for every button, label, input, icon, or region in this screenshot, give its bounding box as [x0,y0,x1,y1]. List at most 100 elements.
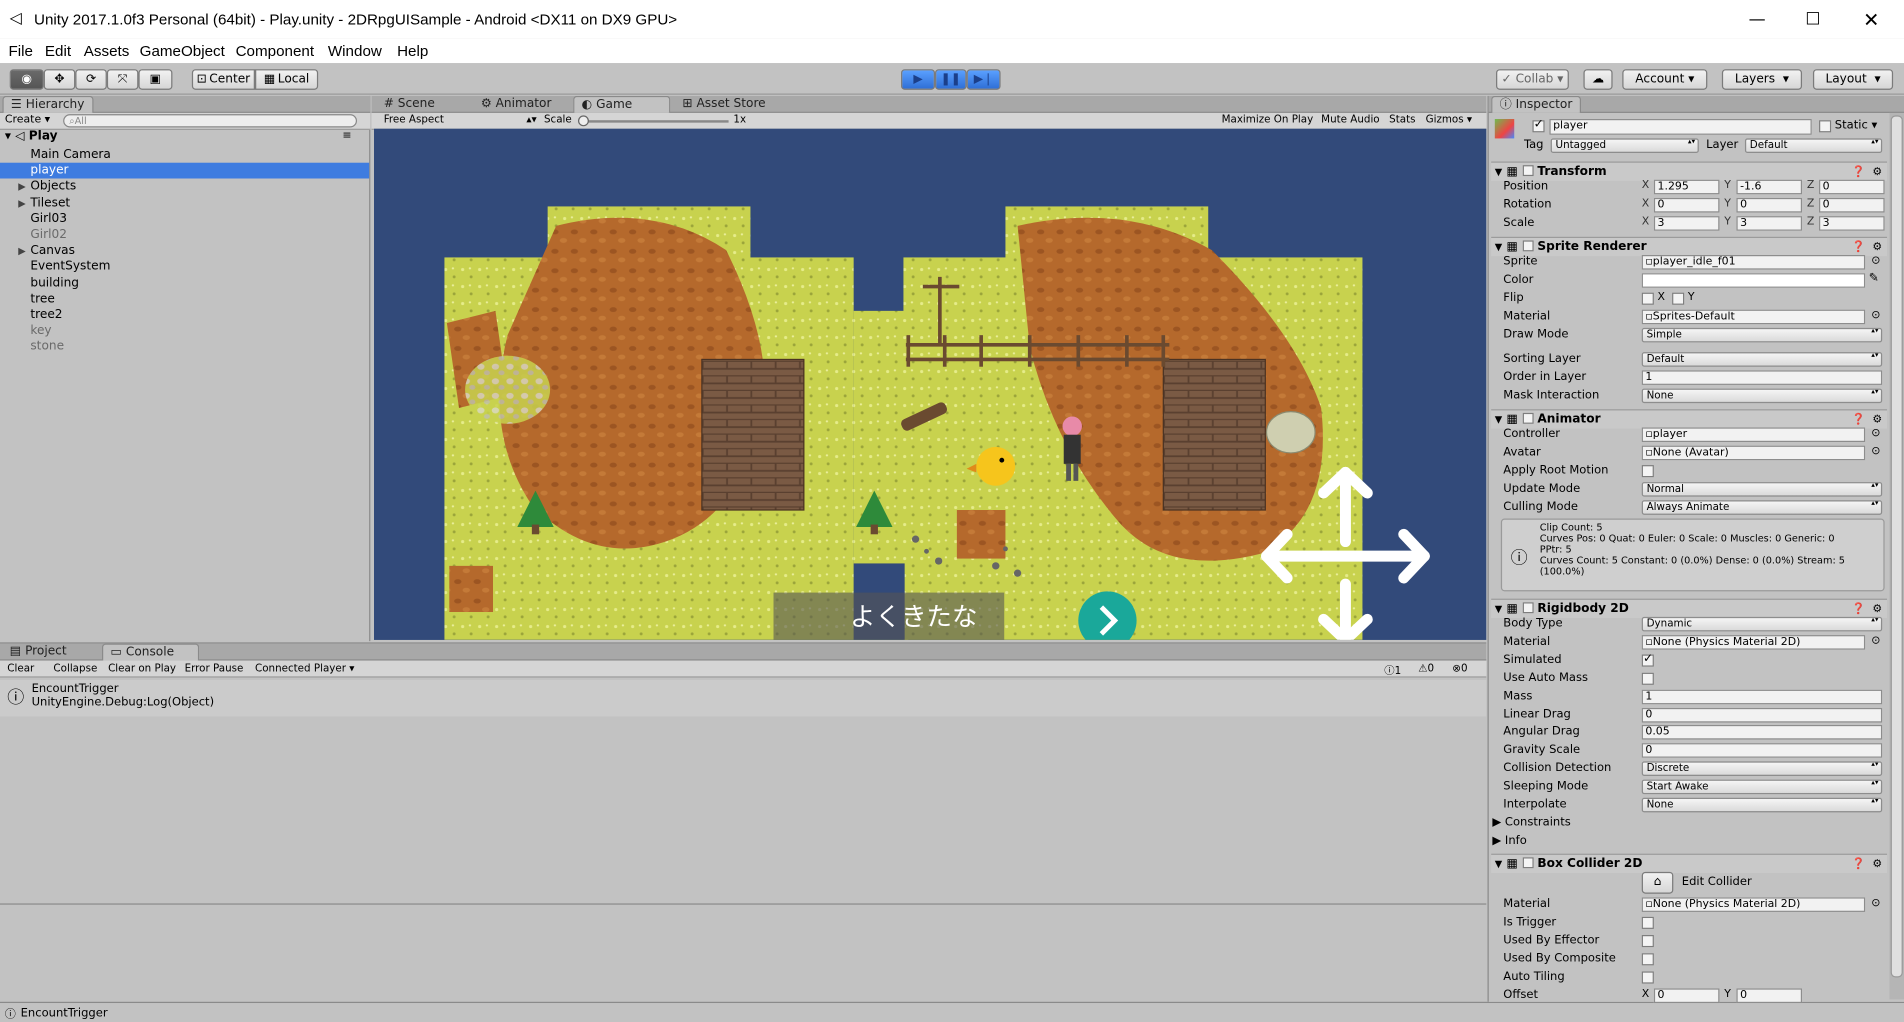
create-button[interactable]: Create ▾ [5,114,50,126]
enable-checkbox[interactable] [1522,412,1534,424]
menu-component[interactable]: Component [236,43,314,60]
hierarchy-item-canvas[interactable]: Canvas [30,243,75,259]
menu-gameobject[interactable]: GameObject [140,43,225,60]
hierarchy-search-input[interactable]: ⌕All [63,114,358,128]
controller-field[interactable]: ▫player [1641,427,1866,443]
rect-tool-icon[interactable]: ▣ [138,69,173,90]
scale-x-field[interactable]: 3 [1653,216,1720,231]
used-by-effector-checkbox[interactable] [1641,935,1654,948]
bc-material-field[interactable]: ▫None (Physics Material 2D) [1641,897,1866,912]
auto-tiling-checkbox[interactable] [1641,971,1654,984]
inspector-scroll-thumb[interactable] [1890,115,1903,978]
enable-checkbox[interactable] [1522,602,1534,614]
sprite-renderer-header[interactable]: ▼ ▦ Sprite Renderer ❓ ⚙ [1491,236,1888,257]
interpolate-dropdown[interactable]: None [1641,797,1883,813]
pause-button[interactable]: ❚❚ [935,69,967,90]
console-splitter[interactable] [0,903,1487,905]
log-entry[interactable]: ⓘ EncountTrigger UnityEngine.Debug:Log(O… [0,680,1487,717]
object-picker-icon[interactable]: ⊙ [1871,635,1880,647]
menu-file[interactable]: File [9,43,33,60]
tab-game[interactable]: ◐ Game [573,95,671,113]
draw-mode-dropdown[interactable]: Simple [1641,327,1883,343]
menu-assets[interactable]: Assets [84,43,130,60]
status-message[interactable]: EncountTrigger [21,1007,108,1020]
pivot-local-button[interactable]: ▦ Local [255,69,319,90]
warning-count-button[interactable]: ⚠0 [1418,663,1434,675]
tab-inspector[interactable]: ⓘ Inspector [1491,95,1581,113]
rotation-x-field[interactable]: 0 [1653,197,1720,213]
culling-mode-dropdown[interactable]: Always Animate [1641,500,1883,515]
scale-tool-icon[interactable]: ⤧ [106,69,139,90]
scale-y-field[interactable]: 3 [1736,216,1803,231]
object-picker-icon[interactable]: ⊙ [1871,427,1880,439]
menu-edit[interactable]: Edit [45,43,71,60]
static-label[interactable]: Static ▾ [1835,119,1877,132]
hand-tool-icon[interactable]: ◉ [9,69,44,90]
flip-y-checkbox[interactable] [1672,292,1685,305]
hierarchy-item-tree2[interactable]: tree2 [30,307,62,323]
tab-hierarchy[interactable]: ☰ Hierarchy [2,95,93,113]
constraints-foldout[interactable]: ▶ Constraints [1492,815,1570,832]
gear-icon[interactable]: ⚙ [1872,855,1882,874]
gravity-scale-field[interactable]: 0 [1641,743,1883,759]
mute-audio-toggle[interactable]: Mute Audio [1321,114,1379,126]
use-auto-mass-checkbox[interactable] [1641,672,1654,685]
hierarchy-item-girl02[interactable]: Girl02 [30,227,67,243]
rotate-tool-icon[interactable]: ⟳ [75,69,107,90]
scale-slider[interactable] [582,120,729,123]
clear-on-play-button[interactable]: Clear on Play [108,663,176,675]
hierarchy-item-tree[interactable]: tree [30,291,54,307]
collab-button[interactable]: ✓ Collab ▾ [1496,69,1569,90]
error-pause-button[interactable]: Error Pause [185,663,244,675]
apply-root-motion-checkbox[interactable] [1641,465,1654,478]
active-checkbox[interactable]: ✓ [1532,118,1545,133]
game-view[interactable]: よくきたな [374,128,1487,640]
hierarchy-item-building[interactable]: building [30,275,79,291]
object-picker-icon[interactable]: ⊙ [1871,897,1880,909]
hierarchy-item-girl03[interactable]: Girl03 [30,211,67,227]
move-tool-icon[interactable]: ✥ [43,69,76,90]
hierarchy-item-eventsystem[interactable]: EventSystem [30,259,110,275]
layers-button[interactable]: Layers ▾ [1721,69,1803,90]
scale-z-field[interactable]: 3 [1819,216,1885,231]
layout-button[interactable]: Layout ▾ [1812,69,1894,90]
connected-player-dropdown[interactable]: Connected Player ▾ [255,663,354,675]
object-picker-icon[interactable]: ⊙ [1871,310,1880,322]
minimize-icon[interactable]: — [1729,0,1785,39]
body-type-dropdown[interactable]: Dynamic [1641,616,1883,632]
position-x-field[interactable]: 1.295 [1653,179,1720,195]
static-checkbox[interactable] [1819,120,1832,133]
tab-asset-store[interactable]: ⊞ Asset Store [675,96,773,113]
tab-project[interactable]: ▤ Project [2,644,73,661]
box-collider-2d-header[interactable]: ▼ ▦ Box Collider 2D ❓ ⚙ [1491,853,1888,874]
eyedropper-icon[interactable]: ✎ [1869,272,1879,285]
color-field[interactable] [1641,273,1866,288]
step-button[interactable]: ▶❘ [966,69,1001,90]
material-field[interactable]: ▫Sprites-Default [1641,309,1866,325]
tab-scene[interactable]: # Scene [376,96,442,113]
rotation-y-field[interactable]: 0 [1736,197,1803,213]
sleeping-mode-dropdown[interactable]: Start Awake [1641,779,1883,795]
rb-material-field[interactable]: ▫None (Physics Material 2D) [1641,634,1866,650]
position-y-field[interactable]: -1.6 [1736,179,1803,195]
stats-toggle[interactable]: Stats [1389,114,1415,126]
position-z-field[interactable]: 0 [1819,179,1885,195]
info-count-button[interactable]: ⓘ1 [1384,663,1401,677]
enable-checkbox[interactable] [1522,857,1534,869]
hierarchy-item-objects[interactable]: Objects [30,179,76,195]
mask-interaction-dropdown[interactable]: None [1641,388,1883,404]
pivot-center-button[interactable]: ⊡ Center [191,69,256,90]
edit-collider-button[interactable]: ⌂ [1641,871,1674,894]
scene-menu-icon[interactable]: ≡ [342,130,351,142]
flip-x-checkbox[interactable] [1641,292,1654,305]
help-icon[interactable]: ❓ [1852,855,1866,874]
enable-checkbox[interactable] [1522,240,1534,252]
sprite-field[interactable]: ▫player_idle_f01 [1641,255,1866,270]
offset-y-field[interactable]: 0 [1736,988,1803,1004]
hierarchy-item-main-camera[interactable]: Main Camera [30,147,111,163]
hierarchy-item-key[interactable]: key [30,323,51,339]
angular-drag-field[interactable]: 0.05 [1641,725,1883,740]
tab-console[interactable]: ▭ Console [102,643,200,661]
hierarchy-item-tileset[interactable]: Tileset [30,195,70,211]
sorting-layer-dropdown[interactable]: Default [1641,352,1883,367]
